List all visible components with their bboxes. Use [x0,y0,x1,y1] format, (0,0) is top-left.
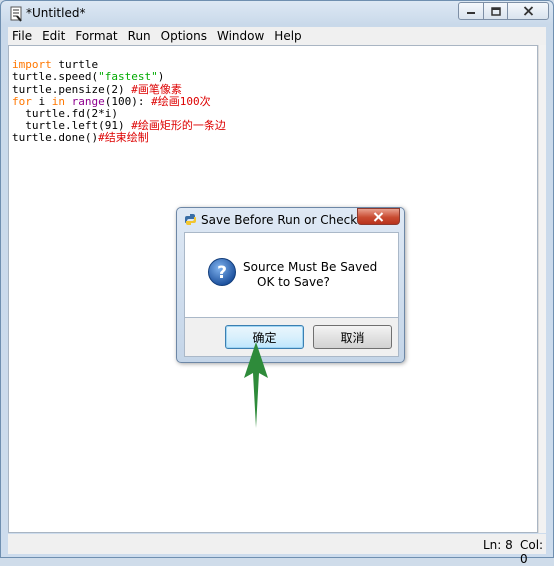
code-text-segment: i [31,94,52,108]
maximize-icon [490,6,501,16]
idle-app-icon [10,6,22,22]
close-icon [523,6,533,16]
code-text-segment: turtle.speed( [12,70,99,84]
dialog-message-line-1: Source Must Be Saved [243,260,378,274]
maximize-button[interactable] [483,2,508,20]
title-bar[interactable]: *Untitled* [1,1,553,27]
code-text: import turtle turtle.speed("fastest") turt… [12,47,226,145]
menu-run[interactable]: Run [123,27,156,45]
svg-text:?: ? [217,263,227,283]
code-text-segment: turtle.pensize(2) [12,82,132,96]
status-bar: Ln: 8 Col: 0 [8,534,546,566]
close-button[interactable] [507,2,549,20]
window-title: *Untitled* [26,6,86,20]
dialog-footer: 确定 取消 [184,318,399,357]
menu-bar: File Edit Format Run Options Window Help [8,27,546,45]
code-text-segment: turtle [51,58,99,72]
menu-edit[interactable]: Edit [37,27,70,45]
status-line: Ln: 8 [483,538,513,552]
menu-format[interactable]: Format [70,27,122,45]
minimize-button[interactable] [458,2,484,20]
close-icon [373,211,384,222]
code-text-segment: (100): [104,94,152,108]
code-line-7: turtle.done()#结束绘制 [12,132,226,144]
minimize-icon [467,12,475,14]
dialog-close-button[interactable] [357,208,400,225]
keyword-for: for [12,94,32,108]
menu-window[interactable]: Window [212,27,269,45]
vertical-scrollbar[interactable] [538,45,546,533]
builtin-range: range [71,94,105,108]
cancel-button[interactable]: 取消 [313,325,392,349]
code-text-segment: turtle.done() [12,131,99,145]
code-text-segment: ) [157,70,165,84]
comment: #画笔像素 [131,82,182,96]
python-icon [185,214,196,225]
menu-options[interactable]: Options [156,27,212,45]
status-col: Col: 0 [520,538,544,566]
keyword-in: in [51,94,65,108]
comment: #结束绘制 [98,131,149,145]
keyword-import: import [12,58,52,72]
question-icon: ? [208,258,236,286]
green-arrow-annotation [244,342,268,428]
code-text-segment [65,95,72,108]
save-dialog: Save Before Run or Check ? Source Must B… [176,207,405,363]
comment: #绘画100次 [151,94,211,108]
menu-help[interactable]: Help [269,27,306,45]
string-literal: "fastest" [98,70,158,84]
menu-file[interactable]: File [8,27,37,45]
dialog-body: ? Source Must Be Saved OK to Save? [184,232,399,318]
dialog-title: Save Before Run or Check [201,213,358,227]
dialog-message-line-2: OK to Save? [257,275,330,289]
